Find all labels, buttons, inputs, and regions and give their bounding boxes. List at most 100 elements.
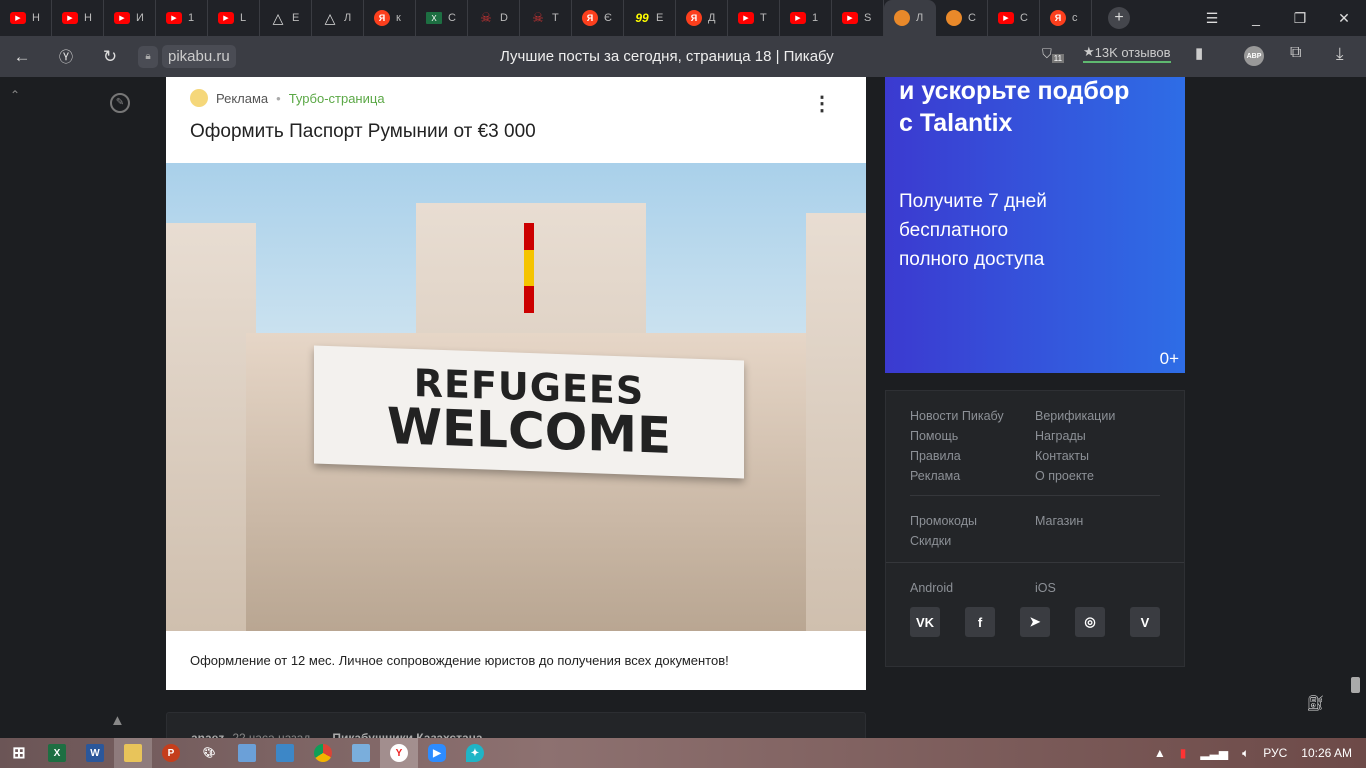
browser-tab[interactable]: ЯЄ: [572, 0, 624, 36]
banner: REFUGEES WELCOME: [314, 345, 744, 479]
footer-link[interactable]: Помощь: [910, 429, 1035, 443]
url-field[interactable]: pikabu.ru: [162, 45, 236, 68]
browser-tab[interactable]: 99 E: [624, 0, 676, 36]
browser-tab[interactable]: △ Л: [312, 0, 364, 36]
powerpoint-icon[interactable]: P: [152, 738, 190, 768]
menu-icon[interactable]: ☰: [1190, 0, 1234, 36]
reviews-button[interactable]: ★ 13K отзывов: [1083, 44, 1171, 63]
chrome-icon[interactable]: [304, 738, 342, 768]
calculator-icon[interactable]: [342, 738, 380, 768]
word-icon[interactable]: W: [76, 738, 114, 768]
vpn-icon[interactable]: ✦: [456, 738, 494, 768]
deathly-hallows-icon: △: [324, 9, 336, 26]
tab-label: E: [656, 12, 664, 24]
footer-link[interactable]: О проекте: [1035, 469, 1160, 483]
footer-link[interactable]: Новости Пикабу: [910, 409, 1035, 423]
zoom-icon[interactable]: ▶: [418, 738, 456, 768]
scrollbar-thumb[interactable]: [1351, 677, 1360, 693]
tab-label: 1: [812, 12, 819, 24]
browser-tab[interactable]: ▶ 1: [156, 0, 208, 36]
browser-tab[interactable]: ☠ T: [520, 0, 572, 36]
excel-icon: X: [426, 12, 442, 24]
instagram-icon[interactable]: ◎: [1075, 607, 1105, 637]
explorer-icon[interactable]: [114, 738, 152, 768]
signal-icon[interactable]: ▂▃▅: [1200, 746, 1228, 760]
start-button[interactable]: ⊞: [0, 738, 38, 768]
browser-tab[interactable]: ▶ Н: [0, 0, 52, 36]
browser-tab[interactable]: ▶ T: [728, 0, 780, 36]
footer-link[interactable]: Реклама: [910, 469, 1035, 483]
footer-link[interactable]: Правила: [910, 449, 1035, 463]
post-title[interactable]: Оформить Паспорт Румынии от €3 000: [190, 121, 842, 143]
browser-tab[interactable]: Як: [364, 0, 416, 36]
lock-icon[interactable]: 🔒︎: [138, 45, 158, 68]
protect-shield[interactable]: ⛉ 11: [1042, 44, 1065, 63]
browser-tab[interactable]: Яс: [1040, 0, 1092, 36]
tab-label: T: [760, 12, 767, 24]
youtube-icon: ▶: [738, 12, 754, 24]
facebook-icon[interactable]: f: [965, 607, 995, 637]
yandex-icon: Я: [1050, 10, 1066, 26]
browser-tab[interactable]: ▶ С: [988, 0, 1040, 36]
more-icon[interactable]: ⋮: [812, 91, 832, 116]
footer-link[interactable]: Скидки: [910, 534, 1035, 548]
youtube-icon: ▶: [166, 12, 182, 24]
browser-tab[interactable]: ▶ 1: [780, 0, 832, 36]
footer-link[interactable]: Android: [910, 581, 1035, 595]
scroll-top-icon[interactable]: ▲: [110, 712, 125, 729]
browser-tab[interactable]: С: [936, 0, 988, 36]
footer-link[interactable]: Магазин: [1035, 514, 1160, 528]
browser-tab[interactable]: ☠ D: [468, 0, 520, 36]
tab-label: С: [448, 12, 456, 24]
footer-link[interactable]: Контакты: [1035, 449, 1160, 463]
tray-expand-icon[interactable]: ▲: [1154, 746, 1166, 760]
turbo-link[interactable]: Турбо-страница: [289, 91, 385, 106]
excel-icon[interactable]: X: [38, 738, 76, 768]
browser-tab[interactable]: ▶ L: [208, 0, 260, 36]
pin-icon[interactable]: ✎: [110, 93, 130, 113]
browser-tab[interactable]: ▶ S: [832, 0, 884, 36]
restore-button[interactable]: ❐: [1278, 0, 1322, 36]
extensions-icon[interactable]: ⧉: [1290, 44, 1301, 62]
yandex-icon[interactable]: Ⓨ: [44, 47, 88, 67]
tab-label: к: [396, 12, 401, 24]
ad-post: Реклама • Турбо-страница ⋮ Оформить Паспор…: [166, 77, 866, 690]
clock[interactable]: 10:26 AM: [1301, 746, 1352, 760]
vk-icon[interactable]: VK: [910, 607, 940, 637]
browser-tab[interactable]: △ E: [260, 0, 312, 36]
adblock-icon[interactable]: ABP: [1244, 46, 1264, 66]
new-tab-button[interactable]: +: [1108, 7, 1130, 29]
footer-link[interactable]: Промокоды: [910, 514, 1035, 528]
reviews-label: 13K отзывов: [1094, 44, 1171, 60]
browser-tab[interactable]: ▶ Н: [52, 0, 104, 36]
battery-icon[interactable]: ▮: [1180, 746, 1187, 760]
youtube-icon: ▶: [842, 12, 858, 24]
paint-icon[interactable]: 🎨︎: [190, 738, 228, 768]
telegram-icon[interactable]: ➤: [1020, 607, 1050, 637]
post-image[interactable]: REFUGEES WELCOME: [166, 163, 866, 631]
browser-tab[interactable]: XС: [416, 0, 468, 36]
control-panel-icon[interactable]: [266, 738, 304, 768]
collapse-icon[interactable]: ⌃: [10, 88, 20, 102]
browser-tab[interactable]: ▶ И: [104, 0, 156, 36]
talantix-ad[interactable]: и ускорьте подбор с Talantix Получите 7 …: [885, 77, 1185, 373]
volume-icon[interactable]: 🔈︎: [1242, 746, 1249, 761]
yandex-browser-icon[interactable]: Y: [380, 738, 418, 768]
minimize-button[interactable]: _: [1234, 0, 1278, 36]
tab-label: И: [136, 12, 144, 24]
close-button[interactable]: ✕: [1322, 0, 1366, 36]
language-indicator[interactable]: РУС: [1263, 746, 1287, 760]
bookmark-icon[interactable]: ▮: [1195, 44, 1203, 62]
wordpad-icon[interactable]: [228, 738, 266, 768]
browser-tab[interactable]: ЯД: [676, 0, 728, 36]
back-icon[interactable]: ←: [0, 47, 44, 67]
footer-link[interactable]: iOS: [1035, 581, 1160, 595]
browser-tab[interactable]: Л: [884, 0, 936, 36]
download-icon[interactable]: ⤓: [1336, 44, 1344, 64]
viber-icon[interactable]: V: [1130, 607, 1160, 637]
reload-icon[interactable]: ↻: [88, 47, 132, 67]
tab-label: L: [240, 12, 247, 24]
footer-link[interactable]: Награды: [1035, 429, 1160, 443]
theme-icon[interactable]: ⛽︎: [1306, 694, 1325, 712]
footer-link[interactable]: Верификации: [1035, 409, 1160, 423]
